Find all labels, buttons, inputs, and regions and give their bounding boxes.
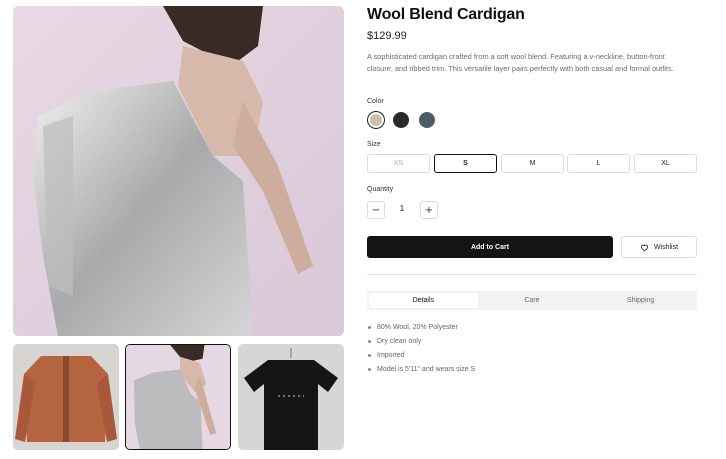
product-price: $129.99 xyxy=(367,30,407,42)
size-button-s[interactable]: S xyxy=(434,154,497,173)
list-item: 80% Wool, 20% Polyester xyxy=(367,322,475,336)
thumbnail-black-tshirt[interactable] xyxy=(238,344,344,450)
sequin-dress-thumb-image xyxy=(126,345,230,449)
color-swatch-slate[interactable] xyxy=(419,112,435,128)
thumbnail-sequin-dress[interactable] xyxy=(125,344,231,450)
model-sequin-dress-image xyxy=(13,6,344,336)
brown-jacket-image xyxy=(13,344,119,450)
product-description: A sophisticated cardigan crafted from a … xyxy=(367,52,674,73)
wishlist-button[interactable]: Wishlist xyxy=(621,236,697,258)
details-list: 80% Wool, 20% Polyester Dry clean only I… xyxy=(367,322,475,378)
quantity-decrease-button[interactable]: − xyxy=(367,201,385,219)
color-label: Color xyxy=(367,98,384,105)
main-product-image xyxy=(13,6,344,336)
tab-care[interactable]: Care xyxy=(478,293,587,308)
list-item: Imported xyxy=(367,350,475,364)
list-item: Dry clean only xyxy=(367,336,475,350)
list-item: Model is 5'11" and wears size S xyxy=(367,364,475,378)
size-label: Size xyxy=(367,141,381,148)
size-button-xs[interactable]: XS xyxy=(367,154,430,173)
quantity-label: Quantity xyxy=(367,186,394,193)
size-button-xl[interactable]: XL xyxy=(634,154,697,173)
wishlist-label: Wishlist xyxy=(653,243,679,251)
size-button-l[interactable]: L xyxy=(567,154,630,173)
heart-icon xyxy=(641,244,648,251)
tab-shipping[interactable]: Shipping xyxy=(586,293,695,308)
product-title: Wool Blend Cardigan xyxy=(367,6,525,23)
size-button-m[interactable]: M xyxy=(501,154,564,173)
color-swatch-beige[interactable] xyxy=(367,111,385,129)
quantity-increase-button[interactable]: + xyxy=(420,201,438,219)
color-swatch-black[interactable] xyxy=(393,112,409,128)
info-tabs: Details Care Shipping xyxy=(367,291,697,310)
tab-details[interactable]: Details xyxy=(369,293,478,308)
section-divider xyxy=(367,274,697,275)
thumbnail-brown-jacket[interactable] xyxy=(13,344,119,450)
black-tshirt-image xyxy=(238,344,344,450)
quantity-value: 1 xyxy=(399,204,405,213)
add-to-cart-button[interactable]: Add to Cart xyxy=(367,236,613,258)
